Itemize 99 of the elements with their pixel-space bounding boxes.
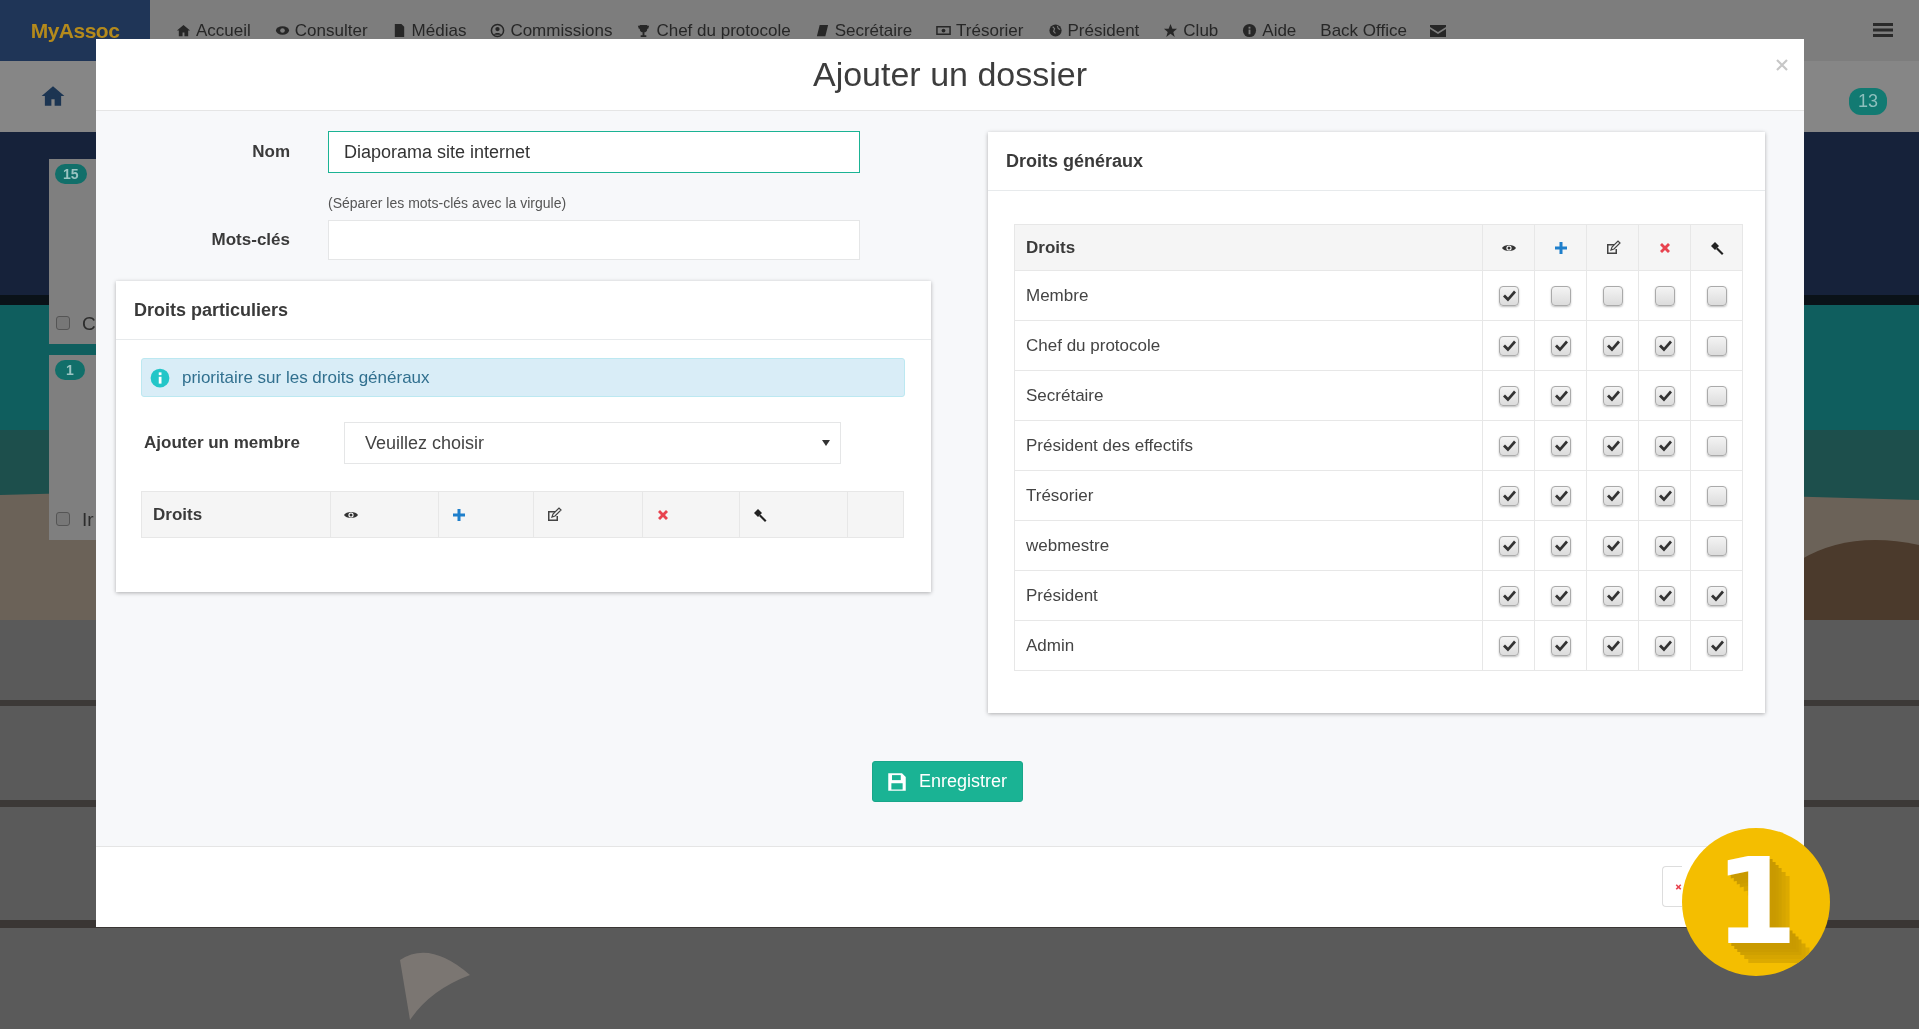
checkbox[interactable] (1654, 535, 1675, 556)
checkbox[interactable] (1550, 385, 1571, 406)
folder-card[interactable]: 1 Ir (49, 355, 96, 540)
menu-icon[interactable] (1873, 22, 1893, 38)
checkbox[interactable] (1498, 485, 1519, 506)
plus-icon (451, 507, 467, 524)
nav-link[interactable]: Médias (379, 20, 479, 41)
checkbox[interactable] (1706, 635, 1727, 656)
checkbox[interactable] (1550, 285, 1571, 306)
globe-icon (1047, 23, 1063, 38)
card-label: C (82, 313, 96, 335)
user-circle-icon (490, 23, 506, 38)
checkbox[interactable] (1550, 485, 1571, 506)
nav-link[interactable]: Secrétaire (802, 20, 925, 41)
caret-icon (822, 440, 830, 446)
checkbox[interactable] (1602, 285, 1623, 306)
checkbox[interactable] (1498, 535, 1519, 556)
checkbox[interactable] (1654, 485, 1675, 506)
checkbox[interactable] (1498, 635, 1519, 656)
checkbox[interactable] (1602, 385, 1623, 406)
nav-link[interactable]: Aide (1230, 20, 1309, 41)
envelope-icon[interactable] (1428, 22, 1447, 39)
checkbox[interactable] (1498, 335, 1519, 356)
folder-card[interactable]: 15 C (49, 159, 96, 344)
gavel-icon (752, 507, 768, 524)
checkbox[interactable] (1602, 335, 1623, 356)
table-cell: Chef du protocole (1014, 320, 1483, 371)
plus-icon (1552, 240, 1569, 257)
panel-title: Droits particuliers (134, 299, 289, 321)
count-badge: 15 (55, 164, 87, 184)
count-badge: 1 (55, 360, 85, 380)
checkbox[interactable] (1550, 635, 1571, 656)
field-label: Ajouter un membre (143, 433, 301, 453)
checkbox[interactable] (1550, 585, 1571, 606)
hint-text: (Séparer les mots-clés avec la virgule) (328, 194, 568, 213)
checkbox[interactable] (56, 512, 70, 526)
checkbox[interactable] (1706, 335, 1727, 356)
table-cell: Secrétaire (1014, 370, 1483, 421)
checkbox[interactable] (1550, 535, 1571, 556)
nav-link[interactable]: Consulter (262, 20, 380, 41)
count-badge: 13 (1848, 88, 1887, 115)
table-cell: Membre (1014, 270, 1483, 321)
checkbox[interactable] (1498, 385, 1519, 406)
edit-icon (1604, 240, 1621, 257)
info-icon (150, 367, 170, 388)
keywords-field[interactable] (328, 220, 860, 260)
checkbox[interactable] (1498, 285, 1519, 306)
nav-link[interactable]: Commissions (478, 20, 625, 41)
nav-link[interactable]: Back Office (1308, 20, 1419, 41)
checkbox[interactable] (1498, 435, 1519, 456)
checkbox[interactable] (1706, 285, 1727, 306)
table-cell: Trésorier (1014, 470, 1483, 521)
panel-title: Droits généraux (1006, 150, 1144, 172)
checkbox[interactable] (1654, 385, 1675, 406)
save-button[interactable]: Enregistrer (872, 761, 1024, 802)
nav-link[interactable]: Chef du protocole (624, 20, 803, 41)
field-label: Mots-clés (210, 230, 290, 250)
checkbox[interactable] (1654, 585, 1675, 606)
checkbox[interactable] (1550, 335, 1571, 356)
table-cell: Président des effectifs (1014, 420, 1483, 471)
nav-link[interactable]: Club (1151, 20, 1231, 41)
info-icon (1242, 23, 1258, 38)
table-cell: Admin (1014, 620, 1483, 671)
checkbox[interactable] (1654, 285, 1675, 306)
checkbox[interactable] (1706, 485, 1727, 506)
checkbox[interactable] (1550, 435, 1571, 456)
table-cell: webmestre (1014, 520, 1483, 571)
checkbox[interactable] (1706, 435, 1727, 456)
name-field[interactable]: Diaporama site internet (328, 131, 860, 173)
nav-link[interactable]: Accueil (164, 20, 263, 41)
table-header: Droits (141, 491, 331, 538)
checkbox[interactable] (1706, 585, 1727, 606)
alert-text: prioritaire sur les droits généraux (182, 367, 430, 388)
checkbox[interactable] (1654, 335, 1675, 356)
edit-icon (546, 507, 562, 524)
table-cell: Président (1014, 570, 1483, 621)
star-icon (1163, 23, 1179, 38)
checkbox[interactable] (1654, 635, 1675, 656)
table-header: Droits (1014, 224, 1483, 271)
eye-icon (274, 23, 290, 38)
checkbox[interactable] (1602, 485, 1623, 506)
checkbox[interactable] (1498, 585, 1519, 606)
banknote-icon (936, 23, 952, 38)
field-label: Nom (251, 142, 290, 162)
checkbox[interactable] (1706, 385, 1727, 406)
checkbox[interactable] (1602, 585, 1623, 606)
checkbox[interactable] (1602, 435, 1623, 456)
nav-link[interactable]: Trésorier (924, 20, 1036, 41)
checkbox[interactable] (1654, 435, 1675, 456)
card-label: Ir (82, 509, 94, 531)
checkbox[interactable] (1602, 535, 1623, 556)
checkbox[interactable] (1706, 535, 1727, 556)
checkbox[interactable] (1602, 635, 1623, 656)
home-icon (176, 23, 191, 38)
checkbox[interactable] (56, 316, 70, 330)
modal-title: Ajouter un dossier (812, 55, 1087, 94)
nav-link[interactable]: Président (1035, 20, 1152, 41)
trophy-icon (636, 23, 652, 38)
member-select[interactable]: Veuillez choisir (344, 422, 841, 464)
